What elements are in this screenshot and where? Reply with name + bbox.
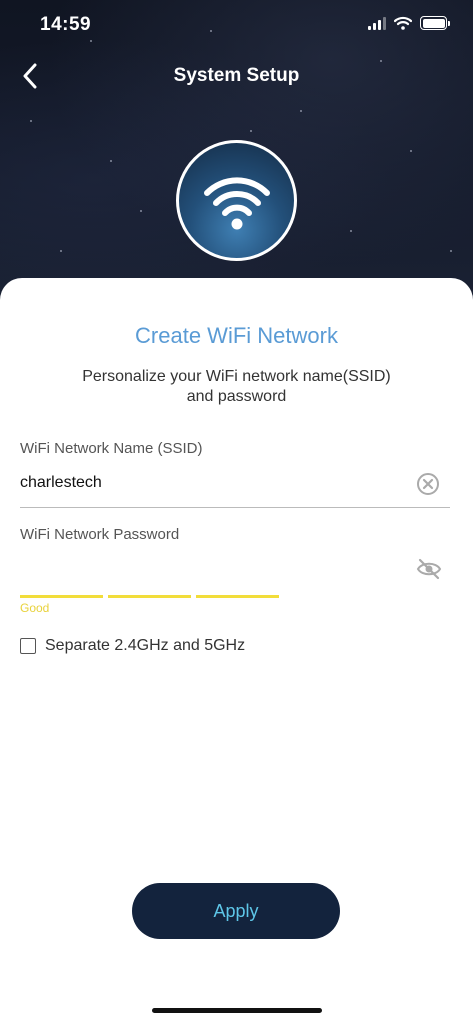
separate-bands-label: Separate 2.4GHz and 5GHz [45,637,246,654]
apply-button[interactable]: Apply [132,883,340,939]
separate-bands-toggle[interactable]: Separate 2.4GHz and 5GHz [20,637,245,655]
eye-off-icon [416,558,442,580]
strength-segment [20,595,103,598]
clear-ssid-button[interactable] [416,472,440,496]
status-bar: 14:59 [0,0,473,52]
ssid-input[interactable] [20,468,410,498]
wifi-icon [203,176,270,229]
card-subtitle-line1: Personalize your WiFi network name(SSID) [82,368,391,385]
status-time: 14:59 [40,14,92,35]
strength-segment [196,595,279,598]
password-strength-meter [20,595,279,598]
password-input[interactable] [20,556,410,586]
wifi-status-icon [394,16,412,30]
card-subtitle: Personalize your WiFi network name(SSID)… [40,367,433,407]
password-strength-text: Good [20,601,50,615]
card-subtitle-line2: and password [186,388,287,405]
toggle-password-visibility-button[interactable] [416,557,442,581]
separate-bands-checkbox[interactable] [20,638,36,654]
password-label: WiFi Network Password [20,526,180,543]
ssid-underline [20,507,450,508]
setup-card: Create WiFi Network Personalize your WiF… [0,278,473,1024]
status-icons [368,16,450,30]
page-title: System Setup [173,65,300,86]
wifi-hero-badge [176,140,297,261]
nav-bar: System Setup [0,56,473,96]
battery-icon [420,16,450,30]
card-title: Create WiFi Network [135,323,338,348]
ssid-label: WiFi Network Name (SSID) [20,440,203,457]
home-indicator [152,1008,322,1013]
strength-segment [108,595,191,598]
cellular-signal-icon [368,16,386,30]
clear-circle-icon [417,473,439,495]
